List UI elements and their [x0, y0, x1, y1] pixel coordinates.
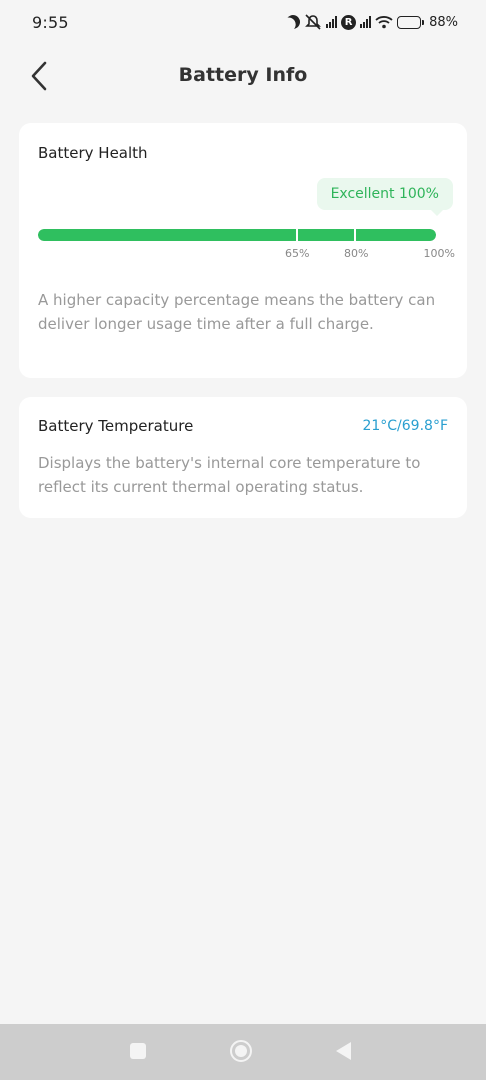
wifi-icon: [375, 14, 393, 30]
health-progress-bar: [38, 229, 436, 241]
battery-health-description: A higher capacity percentage means the b…: [38, 291, 436, 333]
health-status-badge: Excellent 100%: [316, 178, 453, 216]
moon-icon: [286, 14, 300, 30]
battery-temperature-title: Battery Temperature: [38, 417, 194, 435]
signal-icon: [326, 14, 338, 30]
battery-icon: [397, 14, 425, 30]
silent-icon: [304, 14, 322, 30]
status-time: 9:55: [32, 12, 69, 32]
recents-icon[interactable]: [130, 1043, 146, 1059]
tick-80: [354, 227, 356, 243]
battery-health-card: Battery Health Excellent 100% 65% 80% 10…: [19, 123, 467, 378]
battery-temperature-value: 21°C/69.8°F: [362, 418, 448, 434]
back-icon[interactable]: [336, 1042, 351, 1060]
tick-label-65: 65%: [285, 247, 310, 260]
health-progress-fill: [38, 229, 436, 241]
header: Battery Info: [0, 52, 486, 100]
roaming-badge: R: [341, 14, 357, 30]
battery-percent: 88%: [429, 14, 458, 30]
battery-health-title: Battery Health: [38, 144, 148, 162]
tick-65: [296, 227, 298, 243]
tick-label-100: 100%: [423, 247, 455, 260]
home-icon[interactable]: [230, 1040, 252, 1062]
page-title: Battery Info: [178, 64, 308, 86]
status-icons: R 88%: [286, 14, 458, 30]
tick-label-80: 80%: [344, 247, 369, 260]
roaming-icon: R: [341, 14, 357, 30]
signal-icon: [360, 14, 372, 30]
battery-temperature-card: Battery Temperature 21°C/69.8°F Displays…: [19, 397, 467, 518]
navigation-bar: [0, 1024, 486, 1080]
status-bar: 9:55 R 88%: [0, 0, 486, 44]
battery-temperature-description: Displays the battery's internal core tem…: [38, 454, 421, 496]
